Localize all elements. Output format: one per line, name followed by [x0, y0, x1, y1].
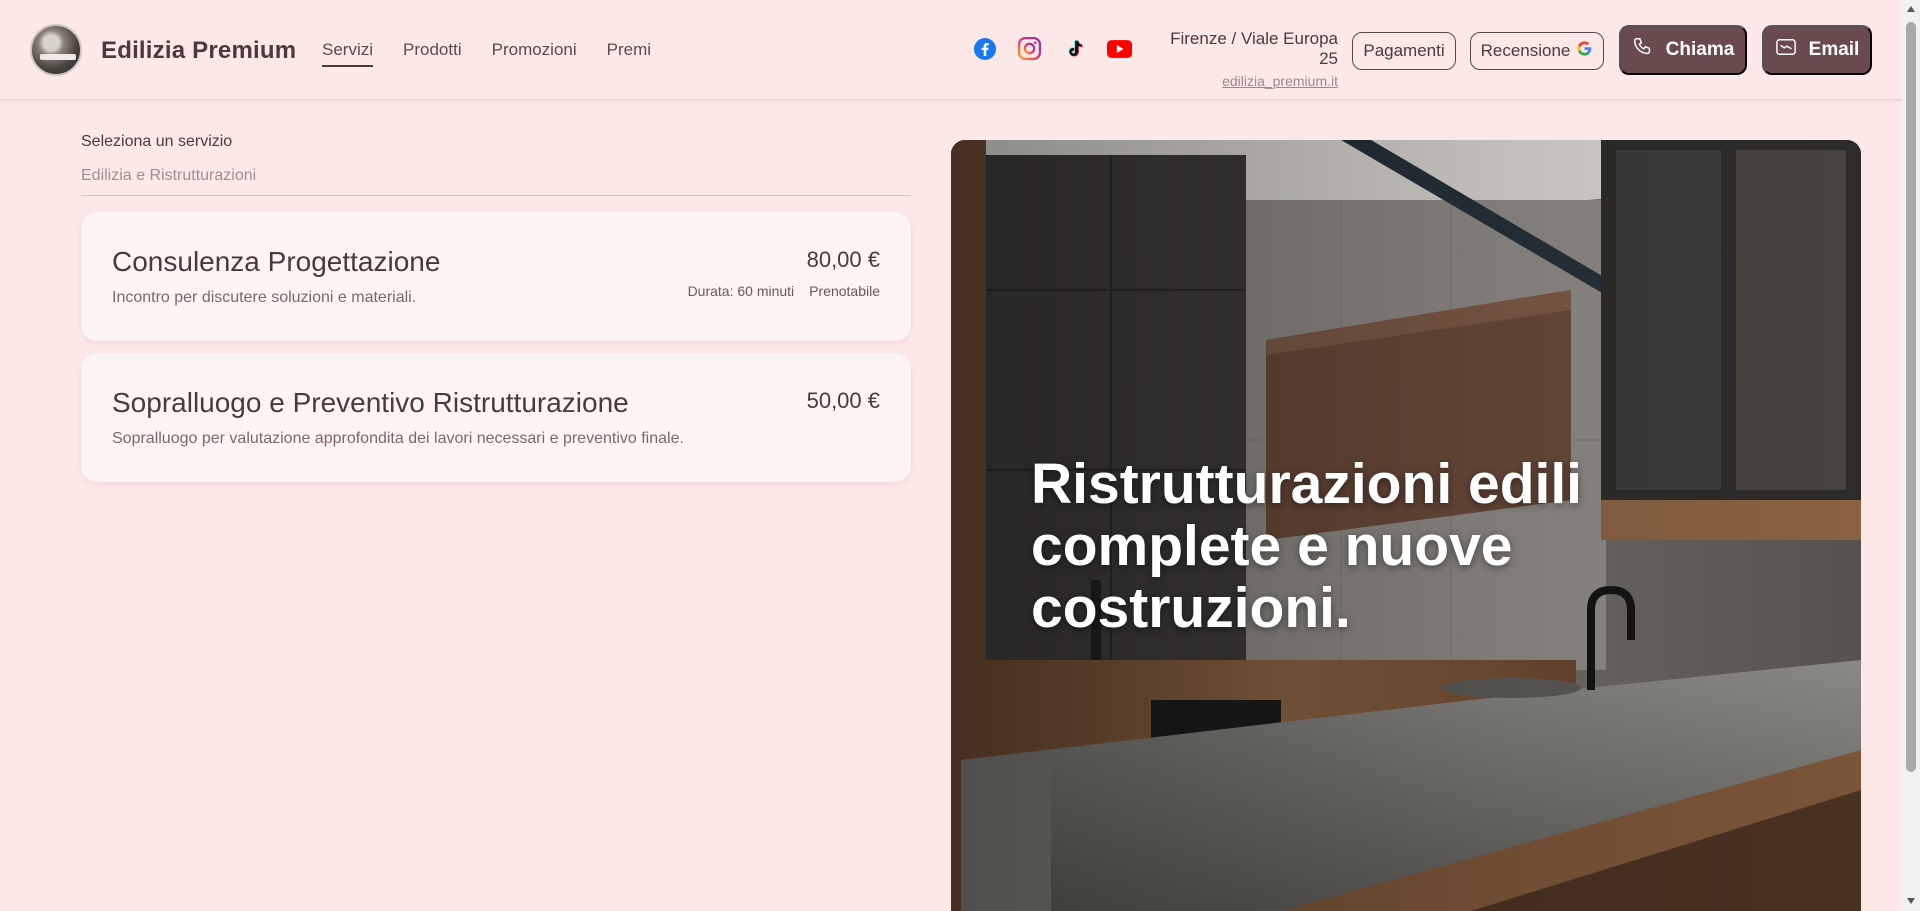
email-button[interactable]: Email: [1762, 25, 1872, 75]
nav-item-promozioni[interactable]: Promozioni: [492, 40, 577, 67]
service-card-sopralluogo[interactable]: Sopralluogo e Preventivo Ristrutturazion…: [81, 353, 911, 482]
email-label: Email: [1808, 39, 1860, 60]
nav-item-prodotti[interactable]: Prodotti: [403, 40, 462, 67]
service-select[interactable]: Edilizia e Ristrutturazioni: [81, 165, 911, 196]
mail-icon: [1775, 37, 1797, 63]
address-text: Firenze / Viale Europa 25: [1170, 29, 1338, 68]
page-scrollbar[interactable]: [1902, 0, 1920, 911]
nav-item-servizi[interactable]: Servizi: [322, 40, 374, 67]
top-header: Edilizia Premium Servizi Prodotti Promoz…: [0, 0, 1902, 100]
nav-item-premi[interactable]: Premi: [607, 40, 651, 67]
service-title: Consulenza Progettazione: [112, 246, 441, 277]
hero-banner: Ristrutturazioni edili complete e nuove …: [951, 140, 1861, 911]
scrollbar-thumb[interactable]: [1906, 22, 1916, 772]
chiama-label: Chiama: [1665, 39, 1735, 60]
tiktok-icon[interactable]: [1062, 36, 1087, 61]
recensione-button[interactable]: Recensione: [1470, 32, 1604, 70]
service-status: Prenotabile: [809, 283, 880, 299]
pagamenti-button[interactable]: Pagamenti: [1352, 32, 1456, 70]
facebook-icon[interactable]: [972, 36, 997, 61]
service-card-consulenza[interactable]: Consulenza Progettazione Incontro per di…: [81, 212, 911, 341]
brand-name[interactable]: Edilizia Premium: [101, 37, 296, 65]
website-link[interactable]: edilizia_premium.it: [1155, 73, 1338, 89]
phone-icon: [1632, 36, 1654, 64]
brand-logo[interactable]: [30, 24, 82, 76]
scroll-up-arrow-icon[interactable]: [1907, 6, 1915, 12]
service-description: Sopralluogo per valutazione approfondita…: [112, 430, 684, 447]
main-nav: Servizi Prodotti Promozioni Premi: [322, 40, 651, 67]
service-select-label: Seleziona un servizio: [81, 133, 233, 150]
service-title: Sopralluogo e Preventivo Ristrutturazion…: [112, 387, 629, 418]
pagamenti-label: Pagamenti: [1363, 41, 1445, 60]
scroll-down-arrow-icon[interactable]: [1907, 898, 1915, 904]
chiama-button[interactable]: Chiama: [1619, 25, 1747, 75]
google-icon: [1576, 40, 1593, 62]
service-duration: Durata: 60 minuti: [687, 283, 795, 299]
instagram-icon[interactable]: [1017, 36, 1042, 61]
location-info: Firenze / Viale Europa 25 edilizia_premi…: [1155, 29, 1338, 89]
social-links: [972, 36, 1132, 61]
service-price: 50,00 €: [806, 388, 880, 413]
service-meta: Durata: 60 minuti Prenotabile: [688, 283, 880, 299]
recensione-label: Recensione: [1480, 41, 1571, 60]
hero-headline: Ristrutturazioni edili complete e nuove …: [1031, 452, 1583, 640]
service-description: Incontro per discutere soluzioni e mater…: [112, 289, 417, 306]
service-price: 80,00 €: [806, 247, 880, 272]
youtube-icon[interactable]: [1107, 36, 1132, 61]
